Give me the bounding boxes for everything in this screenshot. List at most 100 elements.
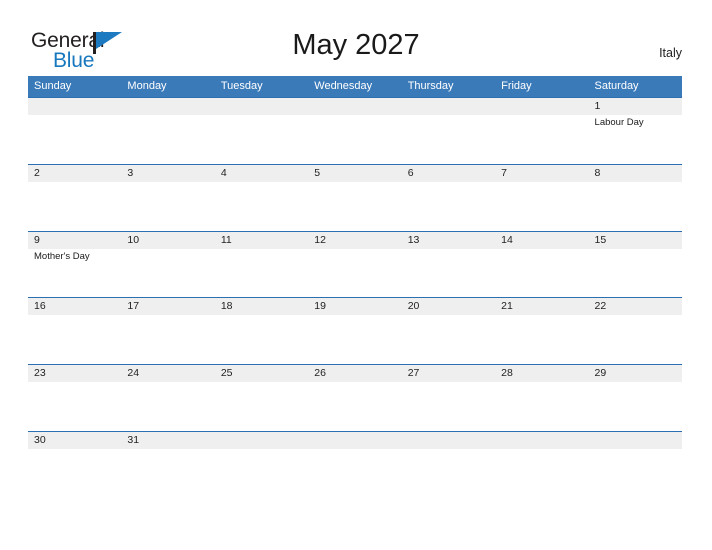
day-number: 18 — [220, 300, 233, 313]
day-cell[interactable]: 7 — [495, 165, 588, 231]
day-cell — [402, 98, 495, 164]
day-cell[interactable]: 24 — [121, 365, 214, 431]
day-cell[interactable]: 10 — [121, 232, 214, 298]
day-number: 17 — [127, 300, 140, 313]
day-number: 5 — [314, 166, 321, 179]
day-number — [408, 432, 495, 449]
day-number — [314, 432, 401, 449]
day-cell[interactable]: 11 — [215, 232, 308, 298]
day-cell[interactable]: 23 — [28, 365, 121, 431]
calendar-week-row: 1 Labour Day — [28, 97, 682, 164]
day-cell[interactable]: 16 — [28, 298, 121, 364]
day-number — [127, 98, 214, 115]
day-cells: 16 17 18 19 20 21 22 — [28, 298, 682, 364]
day-cell — [215, 432, 308, 498]
day-cell[interactable]: 21 — [495, 298, 588, 364]
day-cell[interactable]: 20 — [402, 298, 495, 364]
day-number — [595, 432, 682, 449]
day-number: 22 — [594, 300, 607, 313]
day-cell[interactable]: 13 — [402, 232, 495, 298]
day-event-label: Labour Day — [594, 117, 644, 128]
day-cell — [121, 98, 214, 164]
day-number: 26 — [314, 367, 326, 380]
day-number: 28 — [501, 367, 513, 380]
day-event-label: Mother's Day — [34, 250, 90, 262]
day-cell[interactable]: 6 — [402, 165, 495, 231]
day-number: 23 — [34, 367, 46, 380]
day-number — [314, 98, 401, 115]
day-number — [221, 98, 308, 115]
day-number: 1 — [594, 100, 601, 112]
day-number: 27 — [407, 367, 420, 380]
day-cell[interactable]: 27 — [402, 365, 495, 431]
day-number: 10 — [127, 233, 140, 246]
day-cell[interactable]: 4 — [215, 165, 308, 231]
country-label: Italy — [659, 46, 682, 60]
day-cell — [308, 432, 401, 498]
weekday-thursday: Thursday — [407, 80, 454, 92]
day-cell[interactable]: 14 — [495, 232, 588, 298]
day-number: 16 — [34, 300, 46, 313]
day-cell[interactable]: 5 — [308, 165, 401, 231]
day-cell[interactable]: 19 — [308, 298, 401, 364]
calendar-week-row: 2 3 4 5 6 7 8 — [28, 163, 682, 231]
day-cell[interactable]: 25 — [215, 365, 308, 431]
day-cells: 9 Mother's Day 10 11 12 13 14 15 — [28, 232, 682, 298]
day-cell[interactable]: 9 Mother's Day — [28, 232, 121, 298]
day-cells: 2 3 4 5 6 7 8 — [28, 165, 682, 231]
day-cell[interactable]: 18 — [215, 298, 308, 364]
day-number: 2 — [34, 166, 40, 179]
day-cell[interactable]: 3 — [121, 165, 214, 231]
day-number — [408, 98, 495, 115]
day-cell — [402, 432, 495, 498]
day-number — [221, 432, 308, 449]
day-number: 3 — [127, 166, 134, 179]
day-cell[interactable]: 22 — [589, 298, 682, 364]
day-cells: 30 31 — [28, 432, 682, 498]
calendar-week-row: 16 17 18 19 20 21 22 — [28, 297, 682, 365]
day-cell[interactable]: 1 Labour Day — [589, 98, 682, 164]
day-number — [34, 98, 121, 115]
day-cell[interactable]: 8 — [589, 165, 682, 231]
day-number: 4 — [220, 166, 227, 179]
day-cell — [215, 98, 308, 164]
day-cell[interactable]: 30 — [28, 432, 121, 498]
day-cell — [495, 98, 588, 164]
day-cell[interactable]: 28 — [495, 365, 588, 431]
day-number: 9 — [34, 233, 40, 246]
day-cell[interactable]: 2 — [28, 165, 121, 231]
day-number — [501, 432, 588, 449]
day-cell[interactable]: 15 — [589, 232, 682, 298]
day-cell — [308, 98, 401, 164]
day-number: 13 — [407, 233, 420, 246]
weekday-sunday: Sunday — [34, 80, 72, 92]
day-cell[interactable]: 29 — [589, 365, 682, 431]
day-number: 31 — [127, 433, 140, 446]
day-number: 7 — [501, 166, 507, 179]
day-number: 20 — [407, 300, 420, 313]
day-number: 6 — [407, 166, 414, 179]
day-number: 19 — [314, 300, 326, 313]
day-number: 12 — [314, 233, 326, 246]
day-number: 24 — [127, 367, 140, 380]
calendar-weeks: 1 Labour Day 2 3 4 5 6 7 8 9 Mother's Day 10 11 12 13 1… — [28, 97, 682, 498]
day-number: 30 — [34, 433, 46, 446]
day-number: 14 — [501, 233, 513, 246]
calendar-week-row: 23 24 25 26 27 28 29 — [28, 364, 682, 431]
day-cells: 23 24 25 26 27 28 29 — [28, 365, 682, 431]
day-number: 8 — [594, 166, 601, 179]
day-cell[interactable]: 12 — [308, 232, 401, 298]
calendar-week-row: 9 Mother's Day 10 11 12 13 14 15 — [28, 230, 682, 298]
calendar-grid: Sunday Monday Tuesday Wednesday Thursday… — [28, 76, 682, 498]
day-number: 15 — [594, 233, 607, 246]
day-number: 25 — [220, 367, 233, 380]
weekday-monday: Monday — [127, 80, 167, 92]
day-cell — [28, 98, 121, 164]
weekday-friday: Friday — [501, 80, 532, 92]
weekday-saturday: Saturday — [594, 80, 639, 92]
day-cell[interactable]: 31 — [121, 432, 214, 498]
day-cell[interactable]: 26 — [308, 365, 401, 431]
day-cell[interactable]: 17 — [121, 298, 214, 364]
weekday-header-row: Sunday Monday Tuesday Wednesday Thursday… — [28, 76, 682, 97]
day-cell — [495, 432, 588, 498]
